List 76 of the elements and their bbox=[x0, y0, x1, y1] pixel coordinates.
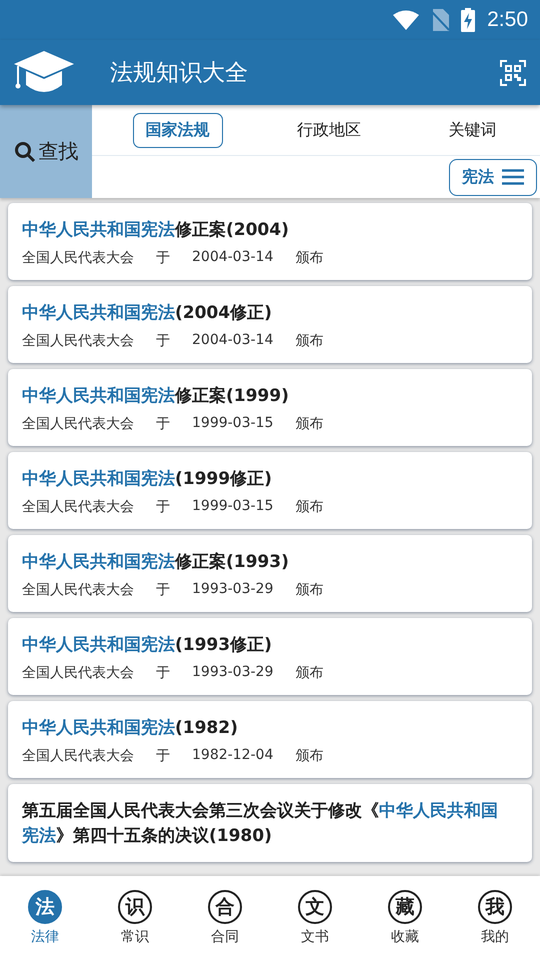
law-title: 中华人民共和国宪法修正案(2004) bbox=[22, 219, 290, 242]
law-card[interactable]: 中华人民共和国宪法修正案(1999) 全国人民代表大会 于 1999-03-15 颁布 bbox=[8, 369, 532, 446]
law-title: 中华人民共和国宪法(2004修正) bbox=[22, 302, 273, 325]
nav-label: 我的 bbox=[481, 928, 509, 946]
nav-item[interactable]: 合 合同 bbox=[190, 890, 260, 946]
graduation-cap-icon bbox=[14, 50, 74, 94]
date-text: 2004-03-14 bbox=[192, 249, 274, 267]
date-text: 1993-03-29 bbox=[192, 664, 274, 682]
preposition-text: 于 bbox=[156, 249, 170, 267]
issuer-text: 全国人民代表大会 bbox=[22, 581, 134, 599]
nav-icon: 文 bbox=[298, 890, 332, 924]
wifi-icon bbox=[393, 10, 420, 30]
preposition-text: 于 bbox=[156, 581, 170, 599]
issuer-text: 全国人民代表大会 bbox=[22, 249, 134, 267]
law-card[interactable]: 中华人民共和国宪法修正案(2004) 全国人民代表大会 于 2004-03-14 颁布 bbox=[8, 203, 532, 280]
nav-label: 合同 bbox=[211, 928, 239, 946]
category-button[interactable]: 宪法 bbox=[449, 158, 537, 196]
law-card[interactable]: 第五届全国人民代表大会第三次会议关于修改《中华人民共和国宪法》第四十五条的决议(1980) bbox=[8, 784, 532, 862]
issuer-text: 全国人民代表大会 bbox=[22, 664, 134, 682]
issuer-text: 全国人民代表大会 bbox=[22, 747, 134, 765]
law-card[interactable]: 中华人民共和国宪法修正案(1993) 全国人民代表大会 于 1993-03-29 颁布 bbox=[8, 535, 532, 612]
law-title: 中华人民共和国宪法(1993修正) bbox=[22, 634, 273, 657]
date-text: 2004-03-14 bbox=[192, 332, 274, 350]
action-text: 颁布 bbox=[295, 747, 324, 765]
filter-tab[interactable]: 关键词 bbox=[435, 112, 510, 148]
search-button[interactable]: 查找 bbox=[0, 105, 92, 198]
nav-icon: 我 bbox=[478, 890, 512, 924]
nav-label: 文书 bbox=[301, 928, 329, 946]
date-text: 1993-03-29 bbox=[192, 581, 274, 599]
law-title: 中华人民共和国宪法修正案(1999) bbox=[22, 385, 290, 408]
law-card[interactable]: 中华人民共和国宪法(1993修正) 全国人民代表大会 于 1993-03-29 颁布 bbox=[8, 618, 532, 695]
issuer-text: 全国人民代表大会 bbox=[22, 415, 134, 433]
nav-item[interactable]: 我 我的 bbox=[460, 890, 530, 946]
nav-item[interactable]: 藏 收藏 bbox=[370, 890, 440, 946]
nav-item[interactable]: 文 文书 bbox=[280, 890, 350, 946]
law-card[interactable]: 中华人民共和国宪法(1982) 全国人民代表大会 于 1982-12-04 颁布 bbox=[8, 701, 532, 778]
law-title: 中华人民共和国宪法(1982) bbox=[22, 717, 239, 740]
nav-item[interactable]: 法 法律 bbox=[10, 890, 80, 946]
action-text: 颁布 bbox=[295, 249, 324, 267]
preposition-text: 于 bbox=[156, 498, 170, 516]
law-title: 中华人民共和国宪法(1999修正) bbox=[22, 468, 273, 491]
nav-label: 法律 bbox=[31, 928, 59, 946]
date-text: 1982-12-04 bbox=[192, 747, 274, 765]
nav-label: 常识 bbox=[121, 928, 149, 946]
law-card[interactable]: 中华人民共和国宪法(1999修正) 全国人民代表大会 于 1999-03-15 颁布 bbox=[8, 452, 532, 529]
no-sim-icon bbox=[431, 9, 450, 31]
clock-time: 2:50 bbox=[487, 8, 528, 32]
date-text: 1999-03-15 bbox=[192, 415, 274, 433]
nav-icon: 合 bbox=[208, 890, 242, 924]
law-title: 中华人民共和国宪法修正案(1993) bbox=[22, 551, 290, 574]
action-text: 颁布 bbox=[295, 498, 324, 516]
preposition-text: 于 bbox=[156, 747, 170, 765]
nav-icon: 藏 bbox=[388, 890, 422, 924]
date-text: 1999-03-15 bbox=[192, 498, 274, 516]
filter-tab[interactable]: 国家法规 bbox=[132, 112, 223, 148]
qr-scan-icon[interactable] bbox=[500, 60, 526, 86]
action-text: 颁布 bbox=[295, 664, 324, 682]
search-icon bbox=[14, 140, 36, 162]
nav-icon: 法 bbox=[28, 890, 62, 924]
issuer-text: 全国人民代表大会 bbox=[22, 332, 134, 350]
action-text: 颁布 bbox=[295, 332, 324, 350]
app-title: 法规知识大全 bbox=[110, 59, 249, 88]
law-title: 第五届全国人民代表大会第三次会议关于修改《中华人民共和国宪法》第四十五条的决议(1980) bbox=[22, 800, 499, 848]
issuer-text: 全国人民代表大会 bbox=[22, 498, 134, 516]
menu-icon bbox=[502, 169, 524, 185]
action-text: 颁布 bbox=[295, 415, 324, 433]
nav-label: 收藏 bbox=[391, 928, 419, 946]
preposition-text: 于 bbox=[156, 332, 170, 350]
law-card[interactable]: 中华人民共和国宪法(2004修正) 全国人民代表大会 于 2004-03-14 颁布 bbox=[8, 286, 532, 363]
battery-charging-icon bbox=[461, 8, 476, 32]
preposition-text: 于 bbox=[156, 415, 170, 433]
action-text: 颁布 bbox=[295, 581, 324, 599]
nav-icon: 识 bbox=[118, 890, 152, 924]
nav-item[interactable]: 识 常识 bbox=[100, 890, 170, 946]
preposition-text: 于 bbox=[156, 664, 170, 682]
filter-tab[interactable]: 行政地区 bbox=[284, 112, 374, 148]
